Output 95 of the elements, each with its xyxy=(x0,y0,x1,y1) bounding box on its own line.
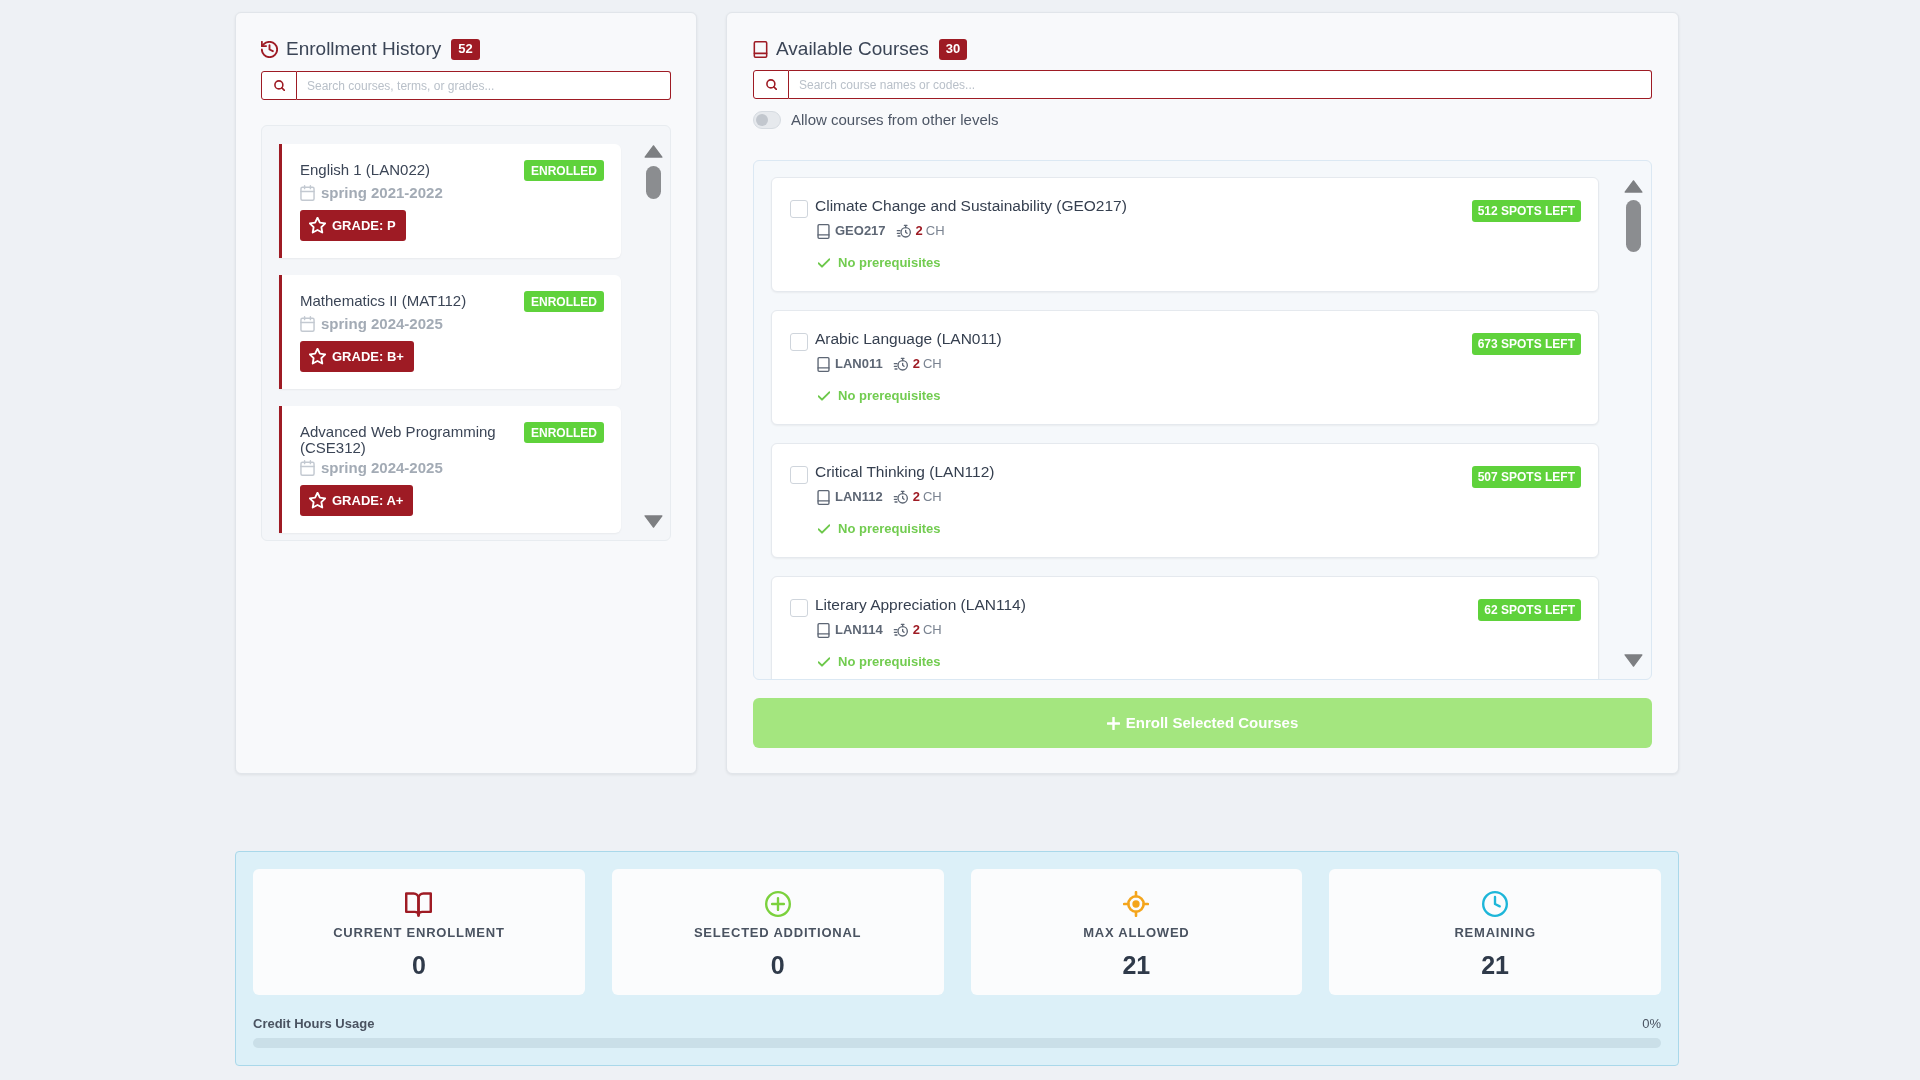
panel-title: Available Courses xyxy=(776,38,929,60)
spots-badge: 507 SPOTS LEFT xyxy=(1471,466,1581,488)
stat-value: 0 xyxy=(770,951,785,979)
credit-hours: 2 xyxy=(912,488,920,507)
checkbox[interactable] xyxy=(790,333,808,351)
credit-hours: 2 xyxy=(912,355,920,374)
course-card[interactable]: Critical Thinking (LAN112) LAN112 2 CH No prerequisites 507 SPOTS LEFT xyxy=(771,443,1599,558)
book-icon xyxy=(817,489,830,505)
spots-badge: 512 SPOTS LEFT xyxy=(1471,200,1581,222)
scroll-down-icon[interactable] xyxy=(644,515,663,528)
search-field[interactable]: Search course names or codes... xyxy=(789,70,1652,99)
spots-badge: 673 SPOTS LEFT xyxy=(1471,333,1581,355)
credit-unit: CH xyxy=(925,222,945,241)
count-badge: 30 xyxy=(938,38,968,60)
stat-label: REMAINING xyxy=(1454,925,1536,940)
check-icon xyxy=(818,524,830,534)
status-badge: ENROLLED xyxy=(524,291,604,312)
book-icon xyxy=(817,622,830,638)
plus-circle-icon xyxy=(764,891,791,917)
calendar-icon xyxy=(300,316,315,332)
check-icon xyxy=(818,391,830,401)
stat-label: MAX ALLOWED xyxy=(1083,925,1190,940)
book-icon xyxy=(817,356,830,372)
status-badge: ENROLLED xyxy=(524,160,604,181)
star-icon xyxy=(309,348,326,365)
stopwatch-icon xyxy=(892,623,909,637)
stat-label: CURRENT ENROLLMENT xyxy=(333,925,505,940)
grade-text: GRADE: P xyxy=(332,216,396,235)
panel-title: Enrollment History xyxy=(286,38,442,60)
course-card[interactable]: Arabic Language (LAN011) LAN011 2 CH No prerequisites 673 SPOTS LEFT xyxy=(771,310,1599,425)
course-title: English 1 (LAN022) xyxy=(300,160,431,178)
credit-unit: CH xyxy=(922,488,942,507)
course-title: Arabic Language (LAN011) xyxy=(815,330,1003,347)
crosshair-icon xyxy=(1123,891,1150,917)
check-icon xyxy=(818,657,830,667)
book-icon xyxy=(817,223,830,239)
clock-icon xyxy=(1482,891,1509,917)
prerequisites-text: No prerequisites xyxy=(838,254,941,273)
course-title: Critical Thinking (LAN112) xyxy=(815,463,996,480)
checkbox[interactable] xyxy=(790,466,808,484)
status-badge: ENROLLED xyxy=(524,422,604,443)
course-card[interactable]: Literary Appreciation (LAN114) LAN114 2 CH No prerequisites 62 SPOTS LEFT xyxy=(771,576,1599,679)
course-title: Advanced Web Programming (CSE312) xyxy=(300,422,497,456)
scroll-down-icon[interactable] xyxy=(1624,654,1643,667)
open-book-icon xyxy=(405,891,433,917)
scroll-up-icon[interactable] xyxy=(1624,180,1643,193)
course-title: Climate Change and Sustainability (GEO217) xyxy=(815,197,1128,214)
stopwatch-icon xyxy=(892,357,909,371)
prerequisites-text: No prerequisites xyxy=(838,387,941,406)
calendar-icon xyxy=(300,185,315,201)
prerequisites-text: No prerequisites xyxy=(838,520,941,539)
credit-unit: CH xyxy=(922,355,942,374)
scrollbar-thumb[interactable] xyxy=(1626,200,1641,252)
course-title: Literary Appreciation (LAN114) xyxy=(815,596,1027,613)
stat-value: 21 xyxy=(1122,951,1151,979)
checkbox[interactable] xyxy=(790,200,808,218)
credit-hours: 2 xyxy=(915,222,923,241)
toggle-label: Allow courses from other levels xyxy=(791,109,999,130)
check-icon xyxy=(818,258,830,268)
grade-text: GRADE: A+ xyxy=(332,491,404,510)
plus-icon xyxy=(1106,716,1120,730)
stat-value: 0 xyxy=(411,951,426,979)
star-icon xyxy=(309,492,326,509)
history-icon xyxy=(261,40,278,58)
term-text: spring 2024-2025 xyxy=(321,313,443,334)
prerequisites-text: No prerequisites xyxy=(838,653,941,672)
course-code: LAN112 xyxy=(835,488,883,507)
course-code: GEO217 xyxy=(835,222,886,241)
usage-label: Credit Hours Usage xyxy=(253,1015,375,1034)
course-title: Mathematics II (MAT112) xyxy=(300,291,467,309)
search-field[interactable]: Search courses, terms, or grades... xyxy=(297,71,671,100)
book-icon xyxy=(753,40,768,58)
credit-unit: CH xyxy=(922,621,942,640)
usage-reading: 0% xyxy=(1642,1015,1661,1034)
course-code: LAN011 xyxy=(835,355,883,374)
grade-text: GRADE: B+ xyxy=(332,347,404,366)
term-text: spring 2021-2022 xyxy=(321,182,443,203)
stopwatch-icon xyxy=(892,490,909,504)
scroll-up-icon[interactable] xyxy=(644,145,663,158)
stat-value: 21 xyxy=(1481,951,1510,979)
checkbox[interactable] xyxy=(790,599,808,617)
spots-badge: 62 SPOTS LEFT xyxy=(1478,599,1581,621)
credit-hours: 2 xyxy=(912,621,920,640)
course-code: LAN114 xyxy=(835,621,883,640)
count-badge: 52 xyxy=(451,38,480,60)
calendar-icon xyxy=(300,460,315,476)
star-icon xyxy=(309,217,326,234)
search-icon xyxy=(753,70,789,99)
search-icon xyxy=(261,71,297,100)
stopwatch-icon xyxy=(895,224,912,238)
term-text: spring 2024-2025 xyxy=(321,457,443,478)
stat-label: SELECTED ADDITIONAL xyxy=(693,925,862,940)
scrollbar-thumb[interactable] xyxy=(646,166,661,199)
toggle-switch[interactable] xyxy=(753,111,781,129)
course-card[interactable]: Climate Change and Sustainability (GEO217) GEO217 2 CH No prerequisites 512 SPOTS LEFT xyxy=(771,177,1599,292)
